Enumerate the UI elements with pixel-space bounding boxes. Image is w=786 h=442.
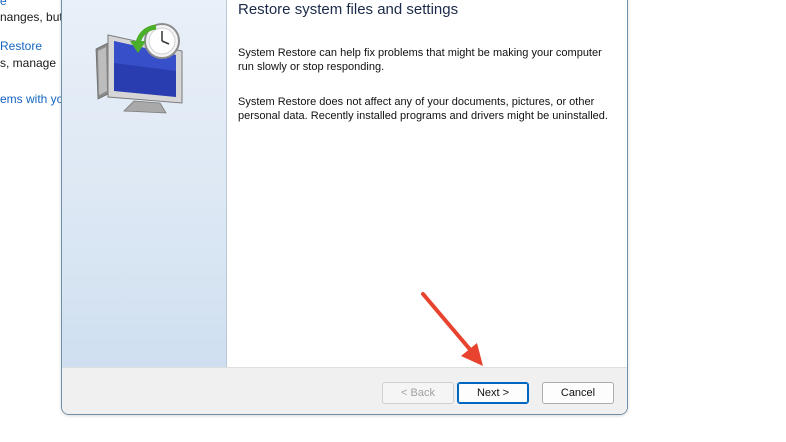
system-restore-dialog: Restore system files and settings System… <box>61 0 628 415</box>
next-button[interactable]: Next > <box>457 382 529 404</box>
side-panel <box>62 0 227 368</box>
bg-text-fragment: s, manage <box>0 56 57 70</box>
dialog-title: Restore system files and settings <box>238 1 459 18</box>
bg-text-fragment: nanges, but <box>0 10 63 24</box>
disclaimer-paragraph: System Restore does not affect any of yo… <box>238 96 608 122</box>
bg-link-restore[interactable]: Restore <box>0 39 42 53</box>
back-button[interactable]: < Back <box>382 382 454 404</box>
bg-link-fragment[interactable]: ems with yo <box>0 92 63 106</box>
system-restore-icon <box>95 23 183 114</box>
description-paragraph: System Restore can help fix problems tha… <box>238 47 602 73</box>
bg-link-fragment[interactable]: e <box>0 0 7 8</box>
cancel-button[interactable]: Cancel <box>542 382 614 404</box>
dialog-footer: < Back Next > Cancel <box>62 367 627 414</box>
